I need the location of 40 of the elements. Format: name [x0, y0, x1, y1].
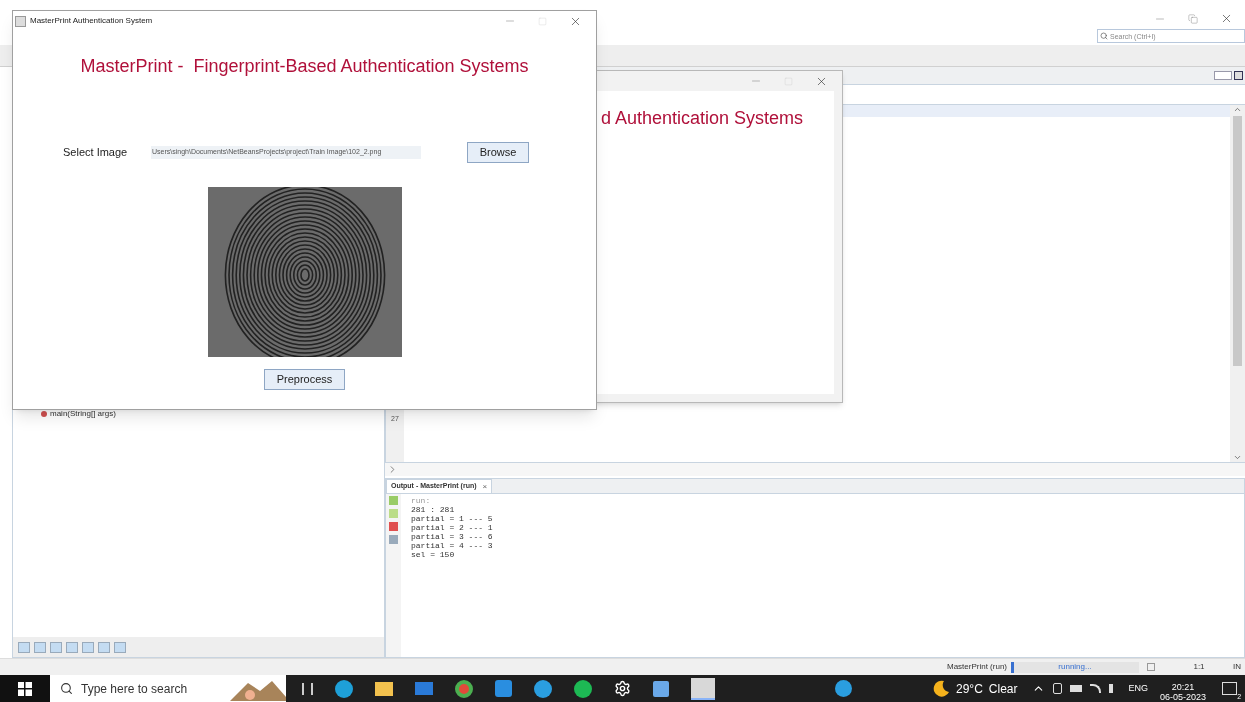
clock-date: 06-05-2023 [1160, 691, 1207, 702]
scroll-up-icon[interactable] [1233, 105, 1242, 114]
close-icon[interactable] [1220, 12, 1233, 25]
close-tab-button[interactable]: × [482, 480, 488, 493]
output-line: partial = 3 --- 6 [411, 532, 494, 541]
windows-icon [18, 681, 32, 696]
task-view-icon[interactable] [302, 682, 313, 695]
field-label: Select Image [63, 145, 129, 161]
output-line: partial = 2 --- 1 [411, 523, 494, 532]
moon-icon [932, 679, 950, 698]
notification-icon[interactable] [1222, 682, 1238, 695]
window-title: MasterPrint Authentication System [30, 15, 154, 27]
scroll-down-icon[interactable] [1233, 453, 1242, 462]
caret-position: 1:1 [1192, 661, 1206, 673]
insert-mode: IN [1233, 661, 1242, 673]
restore-icon[interactable] [1188, 13, 1198, 24]
clock[interactable]: 20:21 06-05-2023 [1160, 675, 1207, 702]
search-icon [60, 682, 73, 695]
start-button[interactable] [0, 675, 50, 702]
output-line: 281 : 281 [411, 505, 456, 514]
dialog-heading: d Authentication Systems [601, 108, 804, 128]
app-heading: MasterPrint - Fingerprint-Based Authentication Systems [80, 55, 529, 78]
language-indicator[interactable]: ENG [1128, 681, 1148, 696]
folder-icon[interactable] [375, 681, 393, 696]
output-line: partial = 4 --- 3 [411, 541, 494, 550]
browse-button[interactable]: Browse [467, 142, 529, 163]
clock-time: 20:21 [1171, 681, 1195, 692]
output-line: run: [411, 496, 432, 505]
search-icon [1100, 32, 1108, 40]
task-label: MasterPrint (run) [947, 661, 1007, 673]
tree-item[interactable]: main(String[] args) [13, 408, 384, 420]
weather-temperature: 29°C [956, 680, 983, 698]
progress-text: running... [1058, 661, 1092, 673]
output-line: partial = 1 --- 5 [411, 514, 494, 523]
scrollbar[interactable] [1230, 105, 1245, 462]
taskbar-search-field[interactable]: Type here to search [50, 675, 286, 702]
output-line: sel = 150 [411, 550, 456, 559]
method-icon [41, 411, 47, 417]
preprocess-button[interactable]: Preprocess [264, 369, 345, 390]
weather-condition: Clear [988, 680, 1018, 698]
